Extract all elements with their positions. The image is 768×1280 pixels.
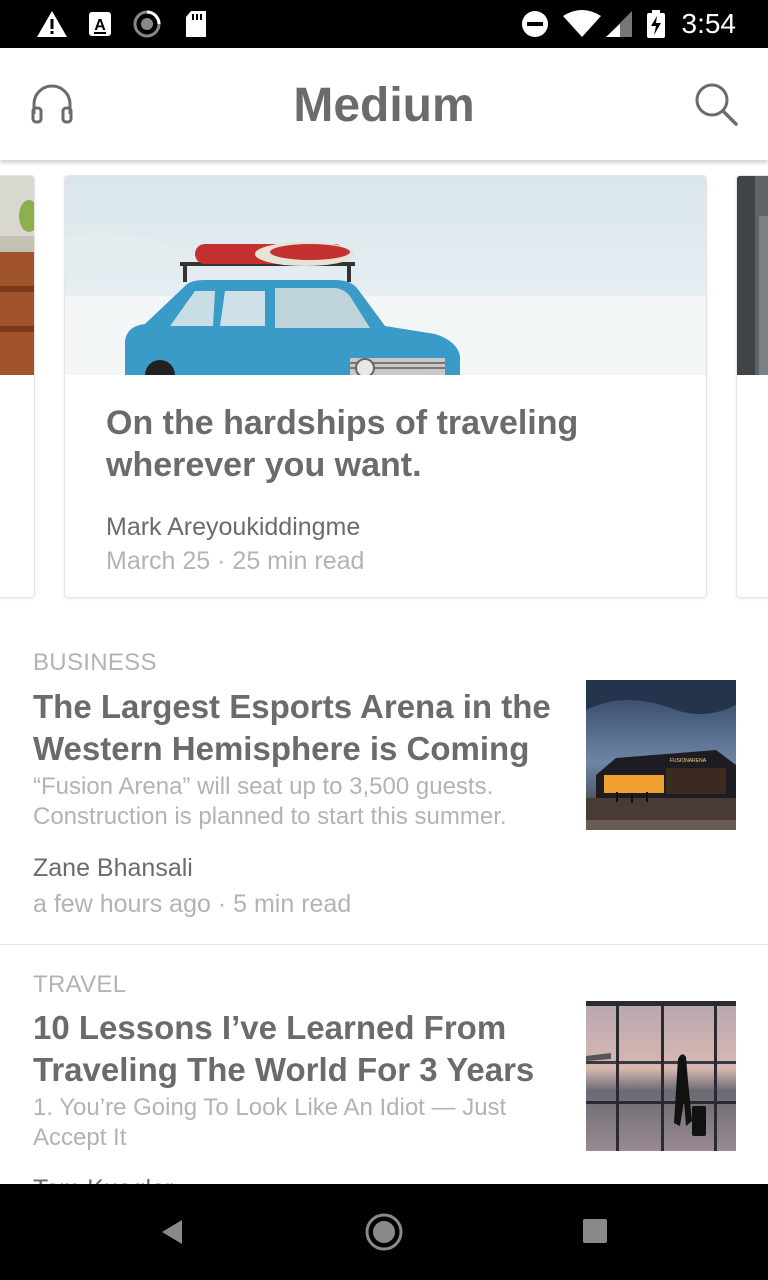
esports-arena-image: FUSIONARENA: [586, 680, 736, 830]
warning-icon: [37, 11, 67, 37]
article-subtitle[interactable]: “Fusion Arena” will seat up to 3,500 gue…: [33, 772, 573, 832]
featured-card-next[interactable]: [736, 175, 768, 598]
previous-card-image: [0, 176, 34, 375]
wifi-icon: [563, 10, 601, 37]
featured-image: [65, 176, 706, 375]
do-not-disturb-icon: [522, 11, 548, 37]
article-title[interactable]: 10 Lessons I’ve Learned From Traveling T…: [33, 1007, 573, 1091]
svg-text:A: A: [94, 17, 106, 34]
featured-carousel[interactable]: On the hardships of traveling wherever y…: [0, 160, 768, 620]
article-meta: a few hours ago · 5 min read: [33, 890, 352, 918]
sd-card-icon: [186, 11, 206, 37]
back-icon[interactable]: [156, 1216, 188, 1248]
home-icon[interactable]: [364, 1212, 404, 1252]
next-card-image: [737, 176, 768, 375]
article-list-item[interactable]: TRAVEL 10 Lessons I’ve Learned From Trav…: [0, 945, 768, 1203]
app-title: Medium: [293, 79, 475, 132]
article-author[interactable]: Zane Bhansali: [33, 853, 193, 883]
system-nav-bar: [0, 1184, 768, 1280]
featured-author[interactable]: Mark Areyoukiddingme: [106, 512, 360, 542]
signal-icon: [606, 11, 632, 37]
app-bar: Medium: [0, 48, 768, 160]
text-a-icon: A: [89, 12, 111, 36]
article-list-item[interactable]: BUSINESS The Largest Esports Arena in th…: [0, 620, 768, 944]
recents-icon[interactable]: [582, 1218, 608, 1244]
status-time: 3:54: [681, 8, 737, 39]
sync-icon: [133, 10, 161, 38]
status-bar: A 3:54: [0, 0, 768, 48]
article-title[interactable]: The Largest Esports Arena in the Western…: [33, 686, 573, 770]
airport-window-image: [586, 1001, 736, 1151]
article-category[interactable]: BUSINESS: [33, 649, 157, 677]
battery-charging-icon: [647, 10, 665, 38]
featured-card[interactable]: On the hardships of traveling wherever y…: [64, 175, 707, 598]
article-category[interactable]: TRAVEL: [33, 971, 126, 999]
search-icon[interactable]: [692, 80, 740, 128]
featured-card-previous[interactable]: [0, 175, 35, 598]
article-thumbnail[interactable]: [586, 1001, 736, 1151]
featured-title[interactable]: On the hardships of traveling wherever y…: [106, 402, 666, 486]
car-on-snow-image: [65, 176, 706, 375]
article-subtitle[interactable]: 1. You’re Going To Look Like An Idiot — …: [33, 1093, 573, 1153]
arena-sign: FUSIONARENA: [670, 758, 707, 764]
featured-meta: March 25 · 25 min read: [106, 547, 365, 575]
article-thumbnail[interactable]: FUSIONARENA: [586, 680, 736, 830]
